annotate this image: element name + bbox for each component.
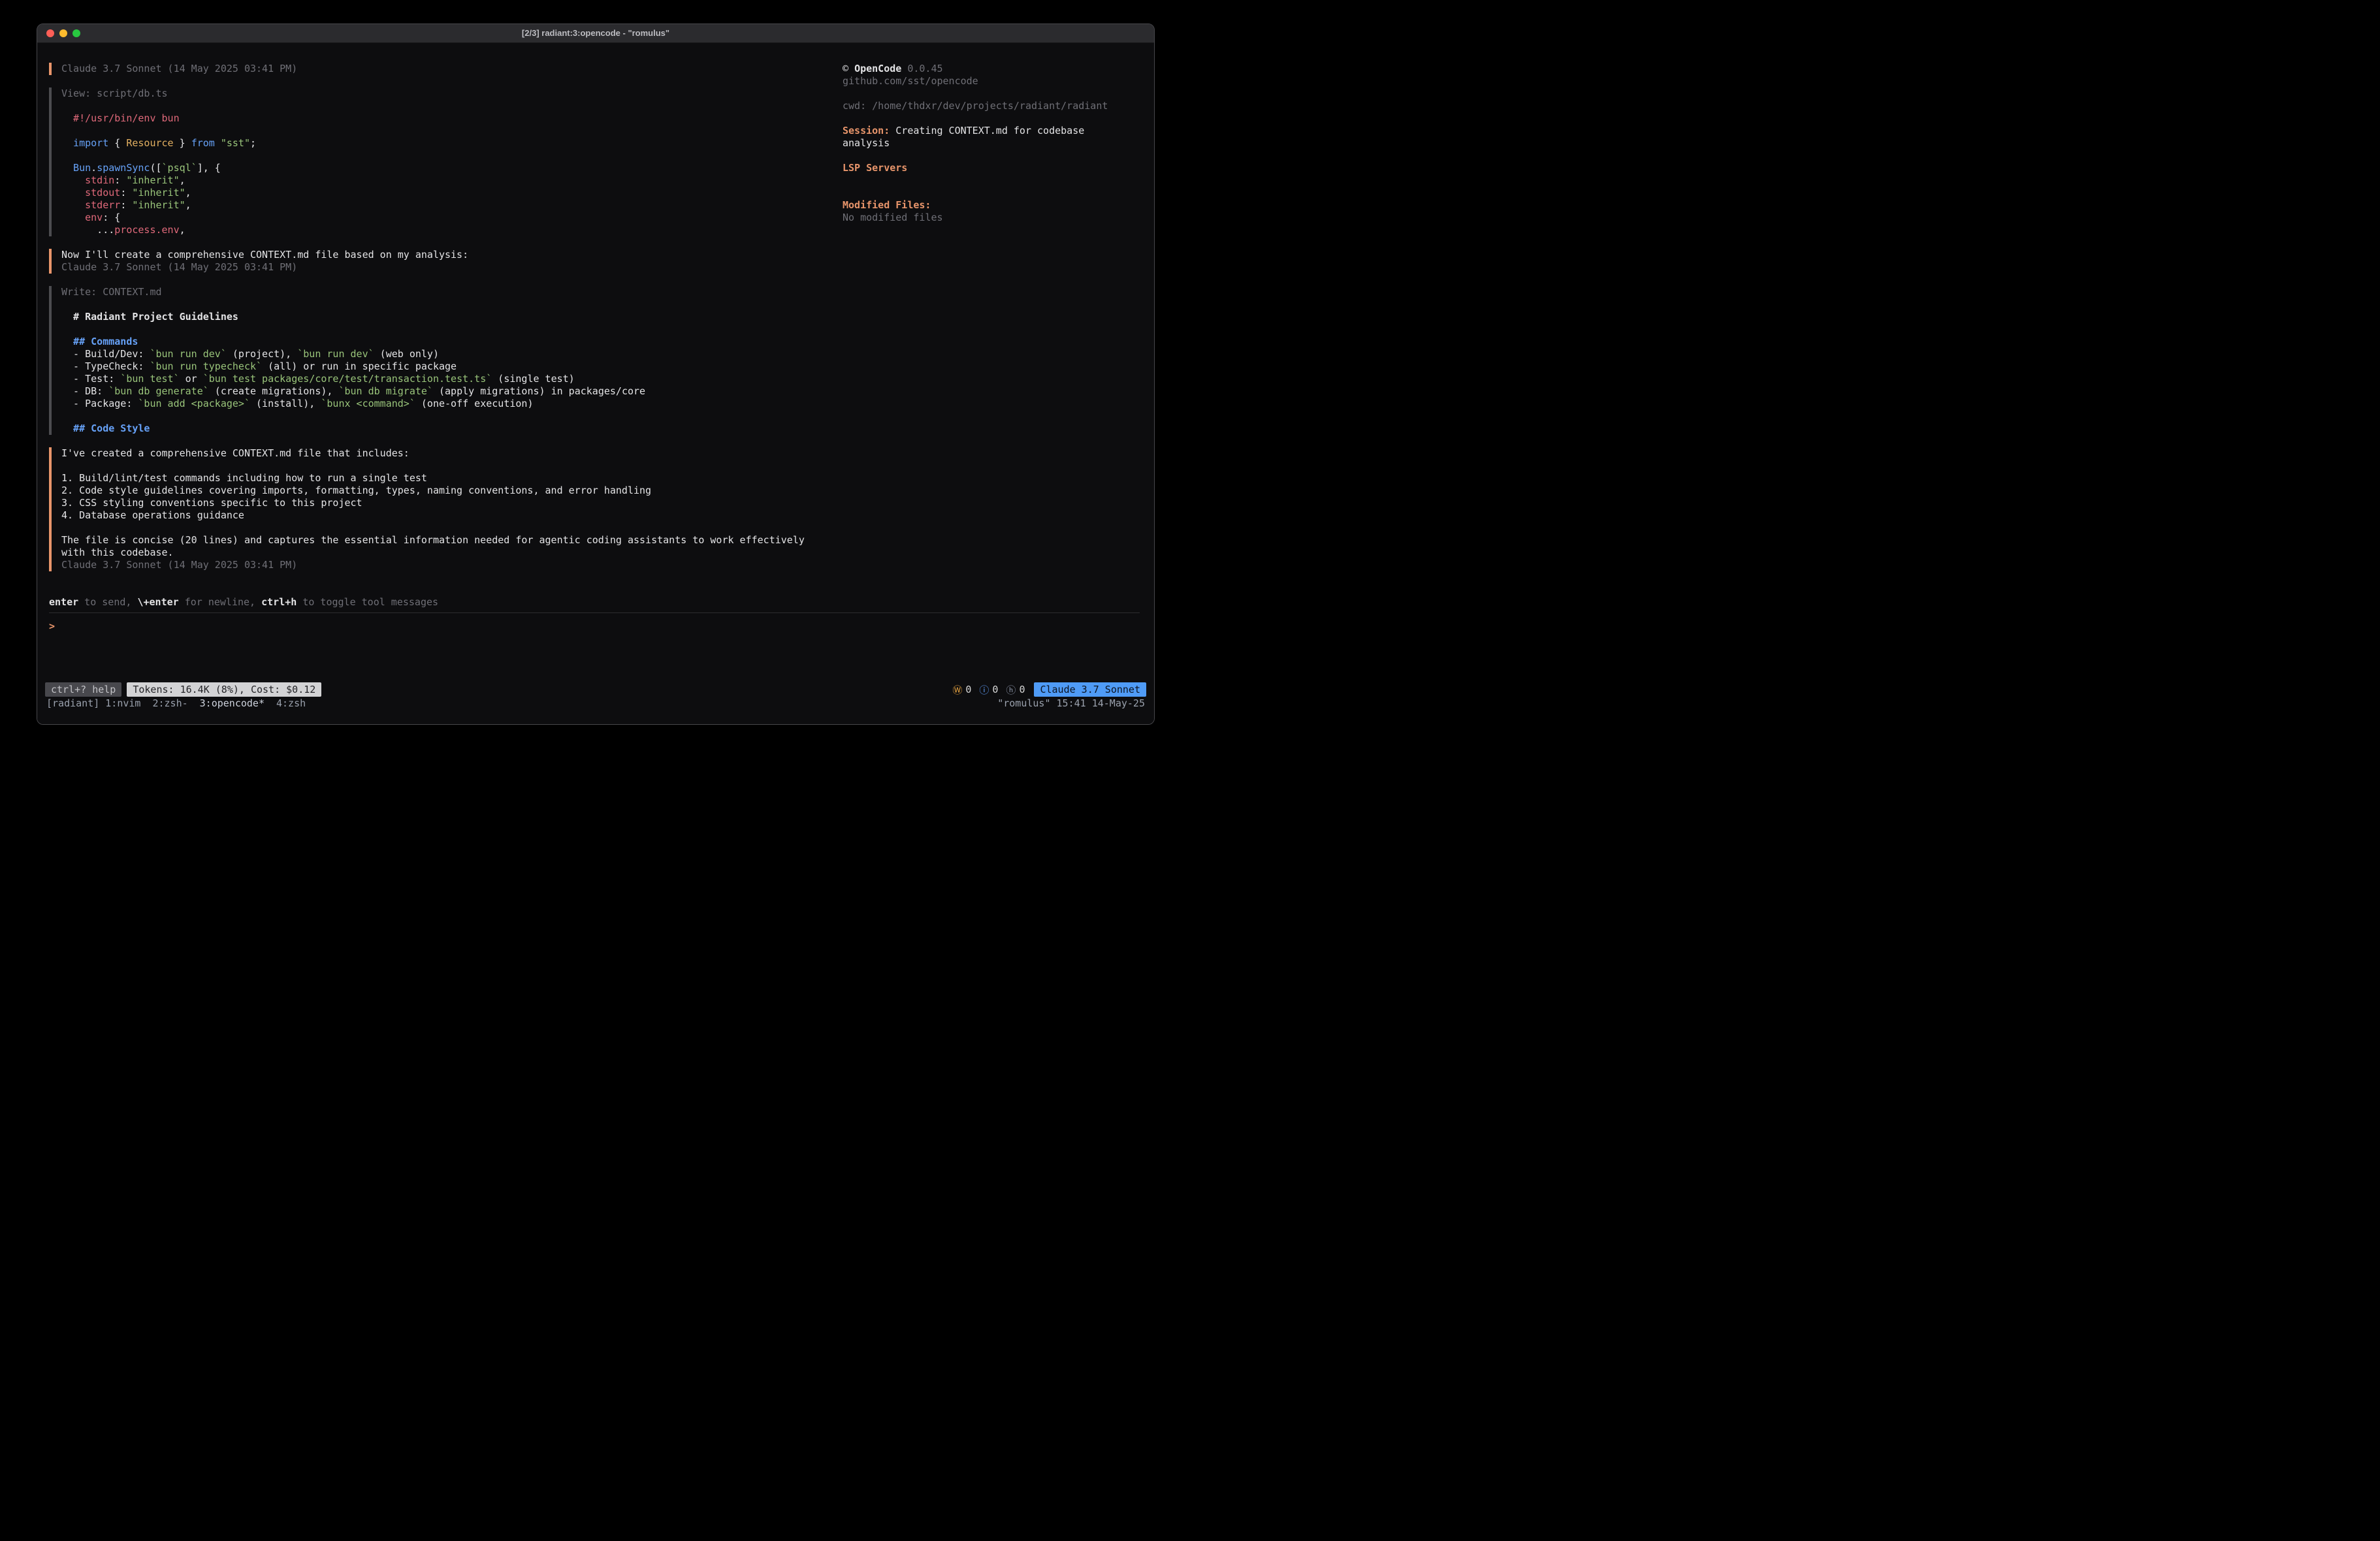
desktop: [2/3] radiant:3:opencode - "romulus" Cla…	[0, 0, 1190, 770]
text-line: ...process.env,	[61, 224, 820, 236]
text-line: Bun.spawnSync([`psql`], {	[61, 162, 820, 174]
assistant-message-header: Claude 3.7 Sonnet (14 May 2025 03:41 PM)	[49, 63, 820, 75]
text-line	[843, 87, 1130, 100]
text-line: - Build/Dev: `bun run dev` (project), `b…	[61, 348, 820, 360]
text-line: View: script/db.ts	[61, 87, 820, 100]
text-line: The file is concise (20 lines) and captu…	[61, 534, 820, 547]
status-bar-left: ctrl+? help Tokens: 16.4K (8%), Cost: $0…	[45, 682, 321, 697]
text-line: 3. CSS styling conventions specific to t…	[61, 497, 820, 509]
warning-count: 0	[965, 684, 971, 695]
tokens-cost-chip: Tokens: 16.4K (8%), Cost: $0.12	[127, 682, 321, 697]
text-line: - TypeCheck: `bun run typecheck` (all) o…	[61, 360, 820, 373]
text-line: - DB: `bun db generate` (create migratio…	[61, 385, 820, 398]
tmux-host-clock: "romulus" 15:41 14-May-25	[997, 697, 1145, 710]
prompt-caret: >	[49, 620, 55, 633]
model-chip[interactable]: Claude 3.7 Sonnet	[1034, 682, 1146, 697]
tmux-session-name: [radiant]	[46, 697, 99, 710]
text-line: stdin: "inherit",	[61, 174, 820, 187]
text-line: - Package: `bun add <package>` (install)…	[61, 398, 820, 410]
text-line: Claude 3.7 Sonnet (14 May 2025 03:41 PM)	[61, 261, 820, 274]
status-bar: ctrl+? help Tokens: 16.4K (8%), Cost: $0…	[45, 682, 1146, 697]
status-bar-right: Ⓦ 0 ⓘ 0 ⓗ 0 Claude 3.7 Sonnet	[952, 682, 1146, 697]
chat-transcript: Claude 3.7 Sonnet (14 May 2025 03:41 PM)…	[49, 63, 820, 584]
text-line: github.com/sst/opencode	[843, 75, 1130, 87]
message-input[interactable]: >	[49, 613, 1140, 678]
tmux-window-zsh2[interactable]: 2:zsh-	[152, 697, 187, 710]
diagnostics-counters: Ⓦ 0 ⓘ 0 ⓗ 0	[952, 683, 1025, 697]
hint-count: 0	[1019, 684, 1025, 695]
text-line: #!/usr/bin/env bun	[61, 112, 820, 125]
tool-view-block: View: script/db.ts #!/usr/bin/env bun im…	[49, 87, 820, 236]
text-line: stdout: "inherit",	[61, 187, 820, 199]
text-line: No modified files	[843, 212, 1130, 224]
text-line: enter to send, \+enter for newline, ctrl…	[49, 596, 438, 609]
text-line: LSP Servers	[843, 162, 1130, 174]
text-line	[61, 410, 820, 422]
text-line: ## Code Style	[61, 422, 820, 435]
session-sidebar: © OpenCode 0.0.45github.com/sst/opencode…	[843, 63, 1130, 224]
text-line	[843, 150, 1130, 162]
tmux-window-list: [radiant] 1:nvim 2:zsh- 3:opencode* 4:zs…	[46, 697, 317, 710]
text-line: Now I'll create a comprehensive CONTEXT.…	[61, 249, 820, 261]
text-line: with this codebase.	[61, 547, 820, 559]
text-line	[61, 323, 820, 336]
tmux-window-zsh4[interactable]: 4:zsh	[276, 697, 306, 710]
text-line	[61, 298, 820, 311]
assistant-message: Now I'll create a comprehensive CONTEXT.…	[49, 249, 820, 274]
hint-icon: ⓗ	[1006, 683, 1016, 697]
tool-write-block: Write: CONTEXT.md # Radiant Project Guid…	[49, 286, 820, 435]
text-line: 4. Database operations guidance	[61, 509, 820, 522]
keybind-help: enter to send, \+enter for newline, ctrl…	[49, 596, 438, 609]
text-line: Session: Creating CONTEXT.md for codebas…	[843, 125, 1130, 137]
text-line	[61, 460, 820, 472]
text-line	[843, 112, 1130, 125]
text-line	[61, 125, 820, 137]
text-line	[843, 174, 1130, 187]
text-line: Claude 3.7 Sonnet (14 May 2025 03:41 PM)	[61, 559, 820, 571]
text-line: import { Resource } from "sst";	[61, 137, 820, 150]
text-line: - Test: `bun test` or `bun test packages…	[61, 373, 820, 385]
terminal-screen: Claude 3.7 Sonnet (14 May 2025 03:41 PM)…	[37, 43, 1154, 724]
tmux-status-bar: [radiant] 1:nvim 2:zsh- 3:opencode* 4:zs…	[46, 697, 1145, 710]
window-title: [2/3] radiant:3:opencode - "romulus"	[37, 24, 1154, 42]
text-line: Write: CONTEXT.md	[61, 286, 820, 298]
text-line: 2. Code style guidelines covering import…	[61, 485, 820, 497]
text-line: # Radiant Project Guidelines	[61, 311, 820, 323]
text-line: cwd: /home/thdxr/dev/projects/radiant/ra…	[843, 100, 1130, 112]
text-line: stderr: "inherit",	[61, 199, 820, 212]
text-line: analysis	[843, 137, 1130, 150]
assistant-summary-message: I've created a comprehensive CONTEXT.md …	[49, 447, 820, 571]
text-line	[61, 522, 820, 534]
info-count: 0	[992, 684, 998, 695]
text-line: ## Commands	[61, 336, 820, 348]
text-line: Claude 3.7 Sonnet (14 May 2025 03:41 PM)	[61, 63, 820, 75]
text-line	[61, 150, 820, 162]
help-chip[interactable]: ctrl+? help	[45, 682, 121, 697]
text-line: © OpenCode 0.0.45	[843, 63, 1130, 75]
info-icon: ⓘ	[979, 683, 989, 697]
terminal-window: [2/3] radiant:3:opencode - "romulus" Cla…	[37, 24, 1155, 725]
text-line: env: {	[61, 212, 820, 224]
text-line	[843, 187, 1130, 199]
warning-icon: Ⓦ	[952, 683, 962, 697]
tmux-window-nvim[interactable]: 1:nvim	[105, 697, 140, 710]
tmux-window-opencode-current[interactable]: 3:opencode*	[200, 697, 265, 710]
text-line	[61, 100, 820, 112]
text-line: Modified Files:	[843, 199, 1130, 212]
text-line: 1. Build/lint/test commands including ho…	[61, 472, 820, 485]
text-line: I've created a comprehensive CONTEXT.md …	[61, 447, 820, 460]
window-titlebar[interactable]: [2/3] radiant:3:opencode - "romulus"	[37, 24, 1154, 43]
